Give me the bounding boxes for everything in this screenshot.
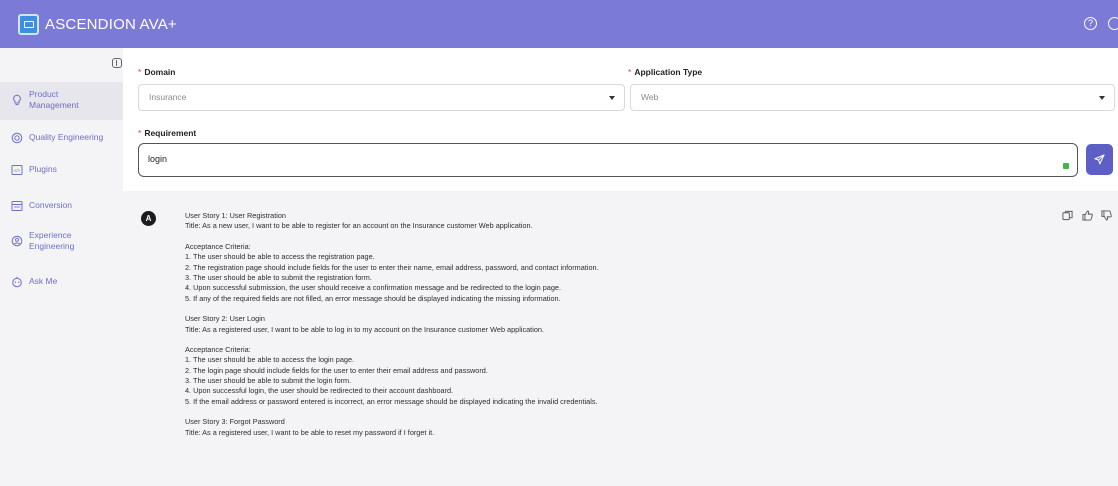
required-mark: * [138, 67, 142, 77]
sidebar-item-label: Management [29, 100, 79, 110]
avatar: A [141, 211, 156, 226]
application-type-select[interactable]: Web [630, 84, 1115, 111]
svg-text:</>: </> [14, 168, 21, 173]
thumbs-down-icon[interactable] [1101, 210, 1112, 221]
response-line: 5. If the email address or password ente… [185, 396, 598, 406]
sidebar-item-ask-me[interactable]: Ask Me [0, 276, 123, 290]
sidebar-item-product-management[interactable]: Product Management [0, 82, 123, 120]
required-mark: * [138, 128, 142, 138]
response-panel: A User Story 1: User Registration Title: … [123, 191, 1118, 486]
response-text: User Story 1: User Registration Title: As… [185, 211, 1065, 438]
response-line: 4. Upon successful login, the user shoul… [185, 386, 454, 396]
response-line: Title: As a registered user, I want to b… [185, 324, 544, 334]
main-content: * Domain Insurance * Application Type Web … [123, 48, 1118, 486]
domain-value: Insurance [149, 92, 187, 102]
chevron-down-icon [1099, 96, 1105, 100]
domain-label-text: Domain [144, 67, 176, 77]
conversion-icon [11, 201, 23, 211]
requirement-value: login [148, 154, 168, 164]
sidebar-item-label: Plugins [29, 164, 57, 174]
status-indicator [1063, 163, 1069, 169]
help-icon[interactable]: ? [1084, 17, 1097, 30]
response-line: 5. If any of the required fields are not… [185, 293, 561, 303]
sidebar-item-label: Experience [29, 230, 72, 240]
response-line: Title: As a new user, I want to be able … [185, 221, 533, 231]
response-line: 2. The registration page should include … [185, 262, 599, 272]
response-line: 3. The user should be able to submit the… [185, 272, 372, 282]
sidebar-item-label: Product [29, 89, 59, 99]
brand-logo-icon [18, 13, 39, 35]
application-type-label: * Application Type [628, 67, 702, 77]
quality-icon [11, 132, 23, 144]
ask-me-icon [12, 276, 22, 288]
chevron-down-icon [609, 96, 615, 100]
response-line: 1. The user should be able to access the… [185, 355, 355, 365]
sidebar-item-label: Ask Me [29, 276, 58, 286]
sidebar-item-conversion[interactable]: Conversion [0, 200, 123, 214]
send-icon [1094, 154, 1105, 165]
application-type-value: Web [641, 92, 659, 102]
plugin-icon: </> [11, 165, 23, 175]
response-line: 3. The user should be able to submit the… [185, 376, 352, 386]
sidebar: Product Management Quality Engineering <… [0, 48, 123, 486]
response-line: Acceptance Criteria: [185, 241, 251, 251]
response-line: User Story 3: Forgot Password [185, 417, 285, 427]
required-mark: * [628, 67, 632, 77]
response-line: Acceptance Criteria: [185, 344, 251, 354]
sidebar-item-experience-engineering[interactable]: Experience Engineering [0, 230, 123, 256]
domain-select[interactable]: Insurance [138, 84, 625, 111]
sidebar-item-quality-engineering[interactable]: Quality Engineering [0, 132, 123, 146]
response-line: 1. The user should be able to access the… [185, 252, 375, 262]
requirement-label: * Requirement [138, 128, 196, 138]
response-line: 4. Upon successful submission, the user … [185, 283, 562, 293]
requirement-label-text: Requirement [144, 128, 197, 138]
requirement-input[interactable]: login [138, 143, 1078, 177]
top-bar: ASCENDION AVA+ ? [0, 0, 1118, 48]
response-line: 2. The login page should include fields … [185, 365, 488, 375]
send-button[interactable] [1086, 144, 1113, 175]
domain-label: * Domain [138, 67, 175, 77]
response-line: User Story 1: User Registration [185, 211, 286, 220]
settings-icon[interactable] [1108, 17, 1118, 30]
bulb-icon [13, 94, 21, 106]
response-line: Title: As a registered user, I want to b… [185, 427, 435, 437]
app-title: ASCENDION AVA+ [45, 15, 177, 33]
sidebar-item-label: Conversion [29, 200, 72, 210]
response-line: User Story 2: User Login [185, 314, 265, 324]
sidebar-item-label: Quality Engineering [29, 132, 104, 142]
thumbs-up-icon[interactable] [1082, 210, 1093, 221]
sidebar-item-label: Engineering [29, 241, 75, 251]
brand[interactable]: ASCENDION AVA+ [18, 13, 177, 35]
application-type-label-text: Application Type [634, 67, 703, 77]
experience-icon [11, 235, 23, 247]
sidebar-item-plugins[interactable]: </> Plugins [0, 164, 123, 178]
sidebar-collapse-icon[interactable] [112, 58, 122, 68]
